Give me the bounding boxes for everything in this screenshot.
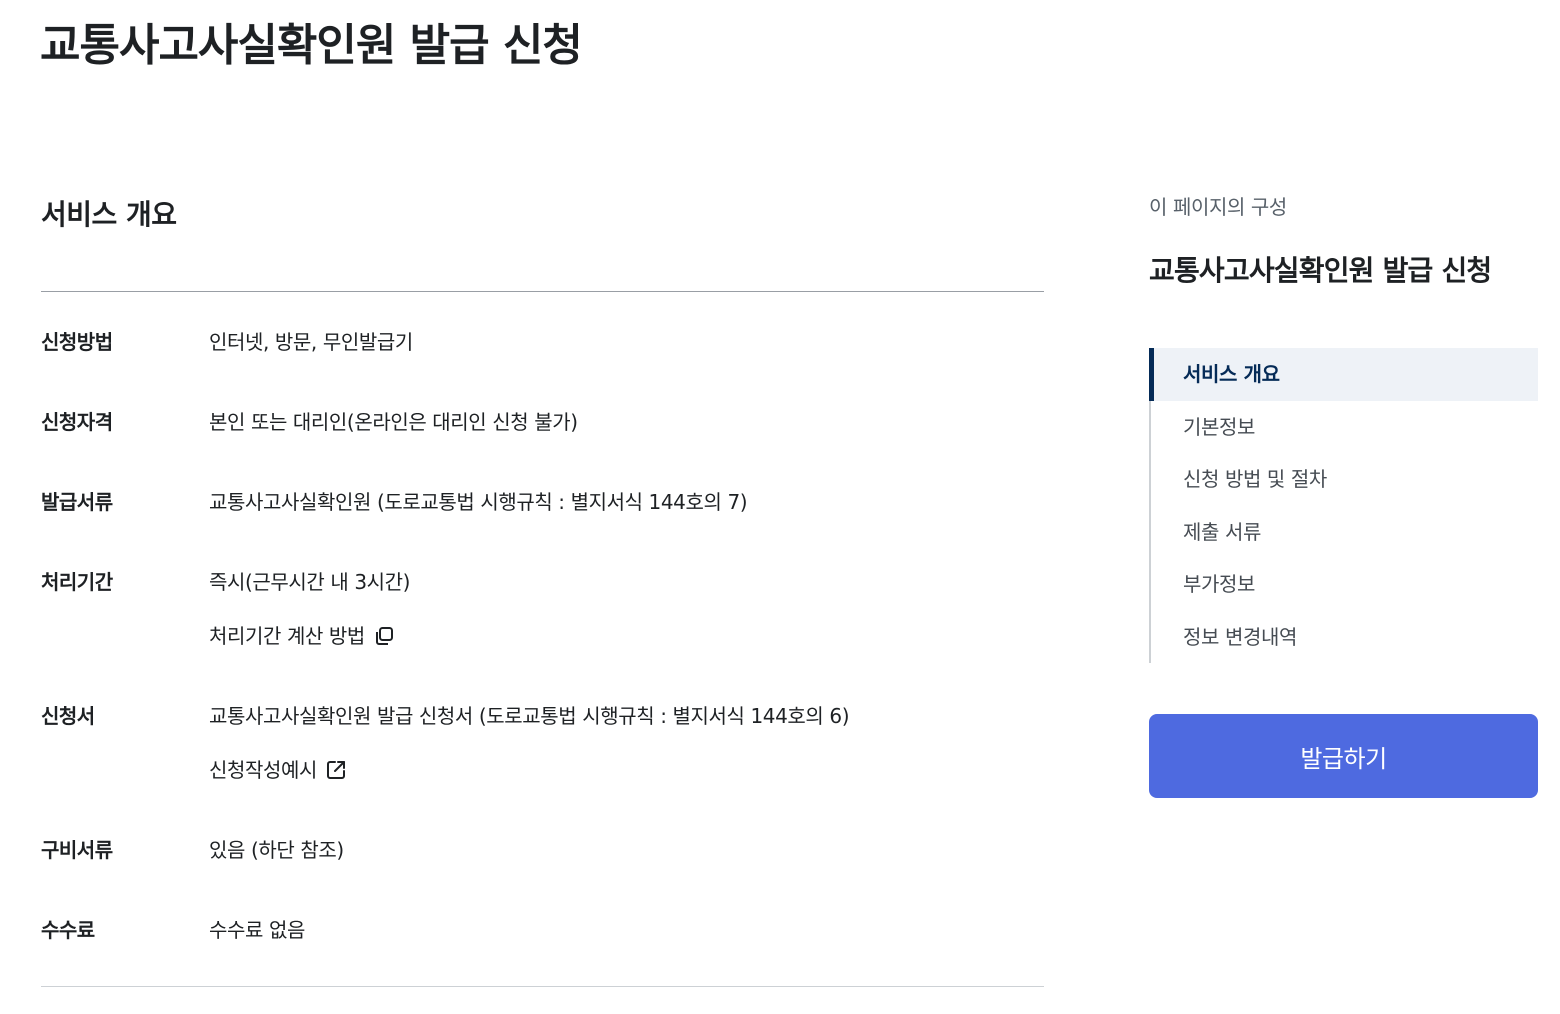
- issue-button[interactable]: 발급하기: [1149, 714, 1538, 798]
- info-row-document: 발급서류 교통사고사실확인원 (도로교통법 시행규칙 : 별지서식 144호의 …: [41, 475, 1044, 555]
- processing-time-calc-link[interactable]: 처리기간 계산 방법: [209, 609, 395, 663]
- toc-item-change-history[interactable]: 정보 변경내역: [1151, 611, 1538, 664]
- page-title: 교통사고사실확인원 발급 신청: [40, 20, 583, 71]
- toc-item-documents[interactable]: 제출 서류: [1151, 506, 1538, 559]
- page-toc-sidebar: 이 페이지의 구성 교통사고사실확인원 발급 신청 서비스 개요 기본정보 신청…: [1149, 188, 1538, 663]
- toc-item-overview[interactable]: 서비스 개요: [1149, 348, 1538, 401]
- section-title-overview: 서비스 개요: [41, 180, 1044, 292]
- application-example-link[interactable]: 신청작성예시: [209, 743, 347, 797]
- link-label: 처리기간 계산 방법: [209, 624, 365, 648]
- info-label: 처리기간: [41, 570, 113, 594]
- info-label: 신청방법: [41, 330, 113, 354]
- info-value: 교통사고사실확인원 발급 신청서 (도로교통법 시행규칙 : 별지서식 144호…: [209, 704, 850, 728]
- toc-item-additional-info[interactable]: 부가정보: [1151, 558, 1538, 611]
- info-value: 교통사고사실확인원 (도로교통법 시행규칙 : 별지서식 144호의 7): [209, 490, 748, 514]
- info-value: 수수료 없음: [209, 918, 305, 942]
- info-row-required-docs: 구비서류 있음 (하단 참조): [41, 823, 1044, 903]
- info-value: 본인 또는 대리인(온라인은 대리인 신청 불가): [209, 410, 578, 434]
- info-label: 구비서류: [41, 838, 113, 862]
- copy-window-icon: [373, 625, 395, 647]
- toc-item-basic-info[interactable]: 기본정보: [1151, 401, 1538, 454]
- info-row-processing-time: 처리기간 즉시(근무시간 내 3시간) 처리기간 계산 방법: [41, 555, 1044, 689]
- link-label: 신청작성예시: [209, 758, 317, 782]
- info-row-eligibility: 신청자격 본인 또는 대리인(온라인은 대리인 신청 불가): [41, 395, 1044, 475]
- external-link-icon: [325, 759, 347, 781]
- info-label: 신청서: [41, 704, 95, 728]
- toc-title: 교통사고사실확인원 발급 신청: [1149, 254, 1492, 287]
- info-value: 인터넷, 방문, 무인발급기: [209, 330, 413, 354]
- main-content: 서비스 개요 신청방법 인터넷, 방문, 무인발급기 신청자격 본인 또는 대리…: [41, 180, 1044, 987]
- toc-item-procedure[interactable]: 신청 방법 및 절차: [1151, 453, 1538, 506]
- toc-caption: 이 페이지의 구성: [1149, 195, 1287, 219]
- info-value: 있음 (하단 참조): [209, 838, 344, 862]
- info-row-fee: 수수료 수수료 없음: [41, 903, 1044, 961]
- info-row-method: 신청방법 인터넷, 방문, 무인발급기: [41, 315, 1044, 395]
- toc-nav: 서비스 개요 기본정보 신청 방법 및 절차 제출 서류 부가정보 정보 변경내…: [1149, 348, 1538, 663]
- info-label: 수수료: [41, 918, 95, 942]
- info-label: 신청자격: [41, 410, 113, 434]
- overview-info-list: 신청방법 인터넷, 방문, 무인발급기 신청자격 본인 또는 대리인(온라인은 …: [41, 292, 1044, 987]
- info-row-application-form: 신청서 교통사고사실확인원 발급 신청서 (도로교통법 시행규칙 : 별지서식 …: [41, 689, 1044, 823]
- info-label: 발급서류: [41, 490, 113, 514]
- info-value: 즉시(근무시간 내 3시간): [209, 570, 411, 594]
